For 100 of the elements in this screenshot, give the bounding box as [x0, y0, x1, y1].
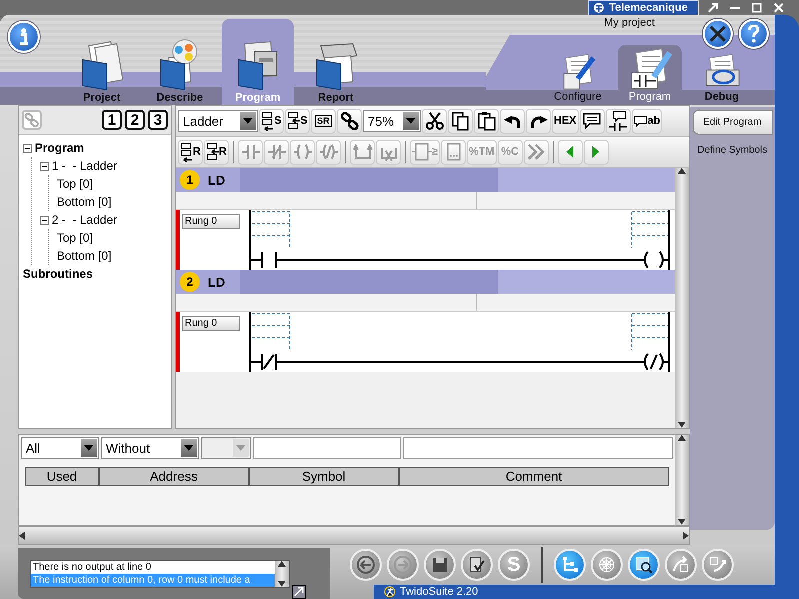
- navigation-button[interactable]: [424, 549, 456, 581]
- collapse-icon[interactable]: [40, 162, 49, 170]
- section-language: LD: [208, 274, 226, 290]
- right-arrow-icon: [683, 532, 689, 540]
- negated-coil-icon: [318, 142, 338, 162]
- language-dropdown[interactable]: Ladder: [178, 110, 258, 132]
- transfer-icon: [671, 555, 691, 575]
- toolbar-button[interactable]: [422, 108, 447, 134]
- project-name: My project: [604, 17, 655, 29]
- close-icon: [774, 2, 784, 12]
- branch-icon: [352, 142, 372, 162]
- zoom-dropdown[interactable]: 75%: [363, 110, 421, 132]
- toolbar-button[interactable]: SR: [311, 108, 336, 134]
- info-button[interactable]: [8, 21, 40, 53]
- column-header[interactable]: Symbol: [249, 467, 399, 486]
- transfer-icon: [708, 555, 728, 575]
- column-header[interactable]: Comment: [399, 467, 669, 486]
- column-header[interactable]: Address: [99, 467, 249, 486]
- running-figure-icon: [384, 586, 396, 598]
- dropdown-arrow-icon: [184, 445, 194, 452]
- tree-item[interactable]: 2 - - Ladder: [52, 213, 118, 227]
- toolbar-button[interactable]: [580, 108, 605, 134]
- tree-item[interactable]: 1 - - Ladder: [52, 159, 118, 173]
- tree-item[interactable]: Subroutines: [23, 266, 106, 282]
- speech-bubble-icon: [634, 116, 648, 126]
- scissors-icon: [424, 111, 444, 131]
- level-button[interactable]: 1: [102, 110, 122, 130]
- navigation-button[interactable]: [628, 549, 660, 581]
- toolbar-button[interactable]: R: [204, 140, 229, 164]
- main-tab[interactable]: Report: [300, 33, 372, 105]
- side-menu-item[interactable]: Define Symbols: [692, 139, 772, 162]
- up-arrow-icon: [678, 168, 686, 174]
- tree-item[interactable]: Program: [35, 140, 96, 156]
- message-item[interactable]: There is no output at line 0: [31, 560, 275, 574]
- rung-button[interactable]: Rung 0: [182, 214, 240, 229]
- down-arrow-icon: [678, 519, 686, 526]
- rung-insert-icon: [180, 142, 194, 162]
- left-arrow-icon: [566, 146, 574, 158]
- input-field[interactable]: [253, 437, 401, 460]
- column-header[interactable]: Used: [25, 467, 99, 486]
- filter-dropdown[interactable]: All: [21, 437, 99, 460]
- navigation-button[interactable]: [350, 549, 382, 581]
- rung-insert-icon: [287, 111, 300, 131]
- toolbar-button[interactable]: [337, 108, 362, 134]
- paste-icon: [476, 111, 496, 131]
- tree-structure-icon: [560, 555, 580, 575]
- toolbar-button[interactable]: S: [259, 108, 284, 134]
- left-arrow-icon: [19, 532, 25, 540]
- level-button[interactable]: 3: [148, 110, 168, 130]
- collapse-icon[interactable]: [23, 144, 32, 152]
- up-arrow-icon: [278, 560, 286, 566]
- toolbar-button[interactable]: [500, 108, 525, 134]
- navigation-button[interactable]: [461, 549, 493, 581]
- toolbar-button[interactable]: ab: [632, 108, 662, 134]
- side-menu-item[interactable]: Edit Program: [692, 110, 772, 135]
- toolbar-button[interactable]: [448, 108, 473, 134]
- tree-item[interactable]: Top [0]: [57, 231, 94, 245]
- up-arrow-icon: [678, 435, 686, 442]
- magnifier-icon: [634, 555, 654, 575]
- toolbar-button[interactable]: [474, 108, 499, 134]
- coil-icon: [292, 142, 312, 162]
- down-arrow-icon: [678, 422, 686, 428]
- rung-button[interactable]: Rung 0: [182, 316, 240, 331]
- coil: [644, 251, 670, 269]
- chain-link-icon: [340, 111, 360, 131]
- sub-tab[interactable]: Configure: [546, 53, 610, 105]
- down-arrow-icon: [278, 580, 286, 586]
- horizontal-scrollbar[interactable]: [18, 526, 690, 545]
- sub-tab[interactable]: Program: [618, 45, 682, 105]
- expand-button[interactable]: [292, 585, 306, 599]
- toolbar-button[interactable]: S: [285, 108, 310, 134]
- sub-tab[interactable]: Debug: [690, 53, 754, 105]
- help-button[interactable]: [739, 19, 769, 49]
- negated-contact-icon: [266, 142, 286, 162]
- maximize-icon: [752, 2, 762, 12]
- main-tab[interactable]: Describe: [144, 33, 216, 105]
- toolbar-button[interactable]: [526, 108, 551, 134]
- input-field[interactable]: [403, 437, 673, 460]
- main-tab[interactable]: Project: [66, 33, 138, 105]
- rung-insert-icon: [261, 111, 274, 131]
- toolbar-button[interactable]: [606, 108, 631, 134]
- tree-item[interactable]: Bottom [0]: [57, 249, 112, 263]
- comment-contact-icon: [608, 111, 628, 131]
- negated-coil: [644, 353, 670, 371]
- vertical-scrollbar[interactable]: [675, 168, 689, 428]
- dropdown-arrow-icon: [236, 445, 246, 452]
- tree-item[interactable]: Top [0]: [57, 177, 94, 191]
- tree-item[interactable]: Bottom [0]: [57, 195, 112, 209]
- settings-button[interactable]: [703, 19, 733, 49]
- toolbar-button[interactable]: HEX: [552, 108, 579, 134]
- dropdown-arrow-icon: [406, 118, 416, 124]
- vertical-scrollbar[interactable]: [675, 435, 689, 526]
- collapse-icon[interactable]: [40, 216, 49, 224]
- level-button[interactable]: 2: [125, 110, 145, 130]
- mode-dropdown[interactable]: Without: [101, 437, 199, 460]
- dropdown-arrow-icon: [243, 118, 253, 124]
- toolbar-button[interactable]: R: [178, 140, 203, 164]
- vertical-scrollbar[interactable]: [275, 560, 289, 586]
- section-number: 1: [180, 170, 200, 190]
- rung-insert-icon: [206, 142, 220, 162]
